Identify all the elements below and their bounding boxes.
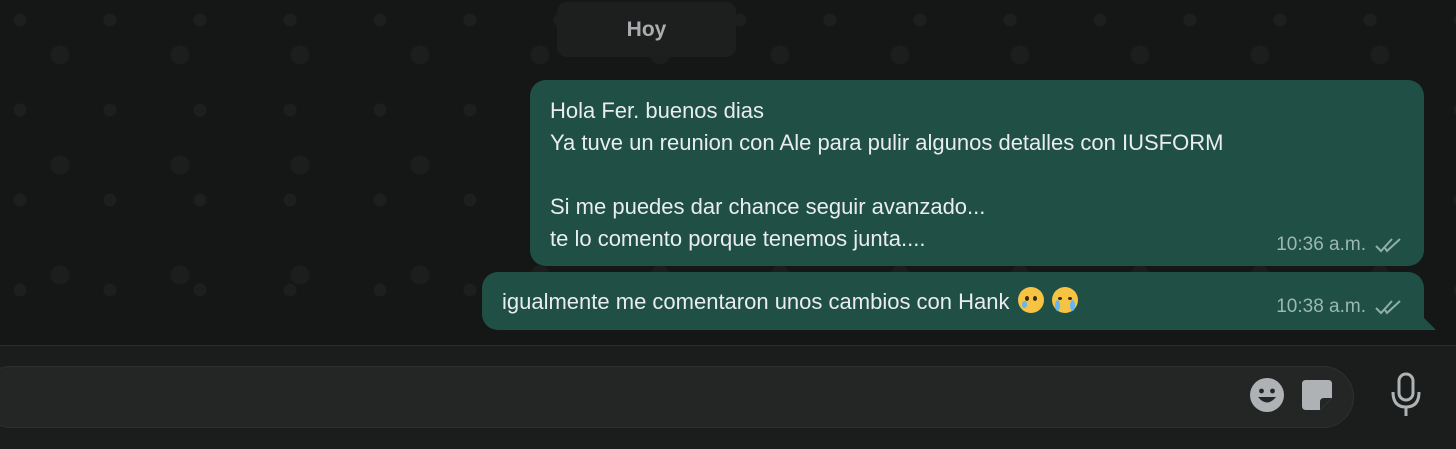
bubble-tail bbox=[1422, 316, 1436, 330]
outgoing-message[interactable]: Hola Fer. buenos dias Ya tuve un reunion… bbox=[530, 80, 1424, 266]
composer-bar bbox=[0, 345, 1456, 449]
face-holding-back-tears-icon bbox=[1017, 287, 1044, 313]
emoji-icon[interactable] bbox=[1248, 376, 1286, 414]
message-time: 10:36 a.m. bbox=[1276, 234, 1366, 255]
chat-area: Hoy Hola Fer. buenos dias Ya tuve un reu… bbox=[0, 0, 1456, 345]
message-input[interactable] bbox=[0, 366, 1354, 428]
message-line: Hola Fer. buenos dias bbox=[550, 98, 765, 123]
message-line: Ya tuve un reunion con Ale para pulir al… bbox=[550, 130, 1224, 155]
message-line: Si me puedes dar chance seguir avanzado.… bbox=[550, 194, 986, 219]
sticker-icon[interactable] bbox=[1298, 376, 1336, 414]
microphone-icon[interactable] bbox=[1386, 372, 1426, 418]
message-meta: 10:36 a.m. bbox=[1276, 234, 1404, 256]
message-meta: 10:38 a.m. bbox=[1276, 296, 1404, 318]
double-check-icon bbox=[1375, 300, 1401, 315]
double-check-icon bbox=[1375, 238, 1401, 253]
message-text: igualmente me comentaron unos cambios co… bbox=[502, 289, 1010, 314]
message-line bbox=[550, 159, 1404, 191]
message-time: 10:38 a.m. bbox=[1276, 296, 1366, 317]
outgoing-message[interactable]: igualmente me comentaron unos cambios co… bbox=[482, 272, 1436, 330]
loudly-crying-face-icon bbox=[1051, 287, 1078, 313]
date-divider: Hoy bbox=[557, 2, 736, 57]
